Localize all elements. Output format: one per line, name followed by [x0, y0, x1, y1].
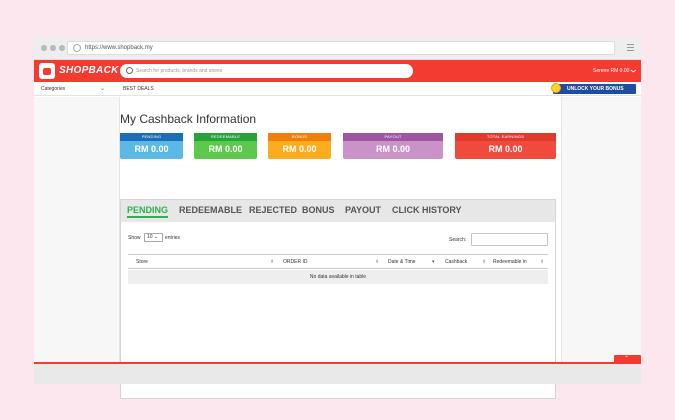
- address-bar[interactable]: https://www.shopback.my: [67, 41, 615, 55]
- summary-card-label: PAYOUT: [343, 133, 443, 141]
- sort-icon[interactable]: ⬍: [482, 259, 486, 265]
- tab-pending[interactable]: PENDING: [127, 205, 169, 218]
- chevron-down-icon: ⌄: [153, 234, 159, 240]
- empty-table-message: No data available in table: [309, 274, 367, 280]
- unlock-bonus-label: UNLOCK YOUR BONUS: [567, 86, 624, 92]
- user-menu[interactable]: Serene RM 0.00 ❯: [592, 68, 636, 74]
- browser-window: https://www.shopback.my SHOPBACK Search …: [34, 36, 641, 399]
- column-redeemable-in[interactable]: Redeemable in: [493, 259, 527, 265]
- summary-card-total-earnings: TOTAL EARNINGS RM 0.00: [455, 133, 556, 159]
- site-header: SHOPBACK Search for products, brands and…: [34, 60, 641, 82]
- nav-bar: Categories ⌄ BEST DEALS UNLOCK YOUR BONU…: [34, 82, 641, 96]
- logo-text[interactable]: SHOPBACK: [59, 65, 119, 76]
- left-gutter: [34, 97, 120, 362]
- entries-label: entries: [165, 235, 181, 241]
- summary-card-label: PENDING: [120, 133, 183, 141]
- summary-card-label: TOTAL EARNINGS: [455, 133, 556, 141]
- search-input[interactable]: Search for products, brands and stores: [136, 66, 222, 76]
- unlock-bonus-button[interactable]: UNLOCK YOUR BONUS: [551, 83, 636, 94]
- summary-card-value: RM 0.00: [208, 144, 243, 154]
- table-search-label: Search:: [449, 237, 467, 243]
- column-store[interactable]: Store: [136, 259, 148, 265]
- coin-icon: [551, 83, 561, 93]
- sort-icon[interactable]: ⬍: [540, 259, 544, 265]
- categories-menu[interactable]: Categories: [41, 86, 65, 92]
- tab-redeemable[interactable]: REDEEMABLE: [179, 205, 242, 215]
- table-search-input[interactable]: [471, 233, 548, 246]
- table-row: No data available in table: [128, 270, 548, 284]
- tab-payout[interactable]: PAYOUT: [345, 205, 381, 215]
- site-info-icon: [73, 44, 81, 52]
- summary-card-value: RM 0.00: [282, 144, 317, 154]
- entries-length-select[interactable]: 10 ⌄: [144, 233, 163, 242]
- best-deals-link[interactable]: BEST DEALS: [123, 86, 154, 92]
- summary-card-redeemable: REDEEMABLE RM 0.00: [194, 133, 257, 159]
- entries-length-value: 10: [147, 234, 153, 240]
- summary-card-label: REDEEMABLE: [194, 133, 257, 141]
- main-content: My Cashback Information PENDING RM 0.00 RE…: [34, 97, 641, 399]
- summary-card-value: RM 0.00: [134, 144, 169, 154]
- page-title: My Cashback Information: [120, 112, 257, 126]
- browser-menu-icon[interactable]: [627, 44, 634, 52]
- tab-bonus[interactable]: BONUS: [302, 205, 335, 215]
- chevron-down-icon[interactable]: ⌄: [100, 85, 105, 92]
- window-dot-icon[interactable]: [41, 45, 47, 51]
- search-icon: [126, 67, 133, 74]
- tab-click-history[interactable]: CLICK HISTORY: [392, 205, 462, 215]
- window-dot-icon[interactable]: [59, 45, 65, 51]
- show-label: Show: [128, 235, 141, 241]
- url-text: https://www.shopback.my: [85, 45, 153, 51]
- sort-icon[interactable]: ⬍: [270, 259, 274, 265]
- window-dot-icon[interactable]: [50, 45, 56, 51]
- shopback-logo-icon[interactable]: [39, 63, 55, 79]
- sort-icon[interactable]: ⬍: [375, 259, 379, 265]
- chevron-up-icon: ⌃: [624, 356, 630, 362]
- summary-card-payout: PAYOUT RM 0.00: [343, 133, 443, 159]
- column-order-id[interactable]: ORDER ID: [283, 259, 307, 265]
- footer: [34, 364, 641, 384]
- sort-desc-icon[interactable]: ▾: [432, 259, 435, 265]
- search-bar[interactable]: Search for products, brands and stores: [120, 64, 413, 78]
- summary-card-value: RM 0.00: [488, 144, 523, 154]
- table-header: Store ⬍ ORDER ID ⬍ Date & Time ▾ Cashbac…: [128, 254, 548, 269]
- column-cashback[interactable]: Cashback: [445, 259, 467, 265]
- chevron-down-icon: ❯: [629, 68, 636, 74]
- summary-card-pending: PENDING RM 0.00: [120, 133, 183, 159]
- summary-card-bonus: BONUS RM 0.00: [268, 133, 331, 159]
- tab-bar: PENDING REDEEMABLE REJECTED BONUS PAYOUT…: [121, 200, 555, 222]
- back-to-top-button[interactable]: ⌃: [614, 355, 641, 364]
- right-gutter: [561, 97, 641, 362]
- browser-toolbar: https://www.shopback.my: [34, 36, 641, 60]
- summary-card-label: BONUS: [268, 133, 331, 141]
- column-date-time[interactable]: Date & Time: [388, 259, 416, 265]
- user-balance: Serene RM 0.00: [592, 68, 630, 74]
- summary-card-value: RM 0.00: [375, 144, 410, 154]
- tab-rejected[interactable]: REJECTED: [249, 205, 297, 215]
